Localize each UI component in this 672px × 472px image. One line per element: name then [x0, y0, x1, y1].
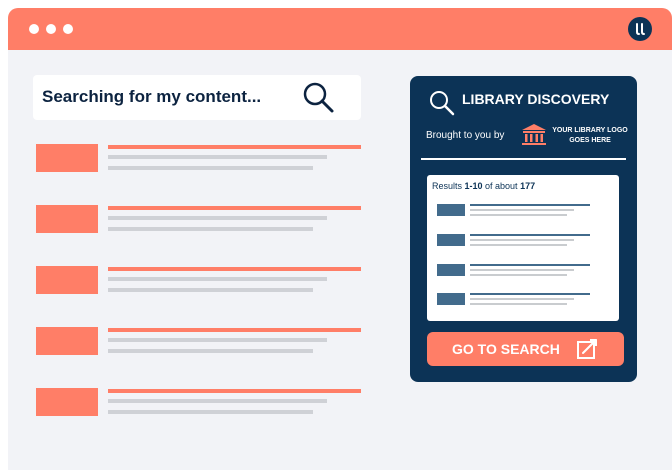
go-to-search-label: GO TO SEARCH [452, 341, 560, 357]
mini-result-text-placeholder [470, 269, 574, 271]
mini-result-thumbnail [437, 204, 465, 216]
mini-result-text-placeholder [470, 274, 567, 276]
brand-logo-icon [636, 23, 645, 35]
list-item[interactable] [36, 388, 362, 418]
mini-result-thumbnail [437, 293, 465, 305]
result-text-placeholder [108, 410, 313, 414]
results-range: 1-10 [464, 181, 483, 191]
list-item[interactable] [36, 144, 362, 174]
mini-result-row[interactable] [437, 293, 607, 309]
list-item[interactable] [36, 266, 362, 296]
results-middle: of about [482, 181, 521, 191]
mini-result-title-placeholder [470, 293, 590, 295]
brought-by-label: Brought to you by [426, 130, 505, 141]
mini-result-thumbnail [437, 234, 465, 246]
library-building-icon [522, 124, 546, 145]
mini-result-text-placeholder [470, 303, 567, 305]
result-title-placeholder [108, 389, 361, 393]
search-query: Searching for my content... [42, 87, 262, 106]
results-total: 177 [520, 181, 536, 191]
search-icon[interactable] [301, 80, 335, 114]
mini-result-text-placeholder [470, 214, 567, 216]
search-box[interactable]: Searching for my content... [33, 75, 361, 120]
result-text-placeholder [108, 349, 313, 353]
mini-result-title-placeholder [470, 204, 590, 206]
result-text-placeholder [108, 288, 313, 292]
mini-result-thumbnail [437, 264, 465, 276]
result-thumbnail [36, 144, 98, 172]
result-thumbnail [36, 205, 98, 233]
mini-result-row[interactable] [437, 204, 607, 220]
mini-result-text-placeholder [470, 239, 574, 241]
mini-result-row[interactable] [437, 264, 607, 280]
browser-window: Searching for my content... LIBRARY DISC… [8, 8, 672, 470]
result-text-placeholder [108, 155, 327, 159]
window-maximize-dot[interactable] [63, 24, 73, 34]
result-text-placeholder [108, 338, 327, 342]
window-close-dot[interactable] [29, 24, 39, 34]
result-title-placeholder [108, 267, 361, 271]
results-preview-card: Results 1-10 of about 177 [427, 175, 619, 321]
list-item[interactable] [36, 327, 362, 357]
mini-result-text-placeholder [470, 209, 574, 211]
result-title-placeholder [108, 206, 361, 210]
go-to-search-button[interactable]: GO TO SEARCH [427, 332, 624, 366]
title-bar [8, 8, 672, 50]
mini-result-title-placeholder [470, 234, 590, 236]
divider [421, 158, 626, 160]
list-item[interactable] [36, 205, 362, 235]
result-text-placeholder [108, 166, 313, 170]
mini-result-title-placeholder [470, 264, 590, 266]
results-summary: Results 1-10 of about 177 [432, 181, 535, 191]
external-link-icon [577, 339, 597, 359]
results-prefix: Results [432, 181, 465, 191]
result-thumbnail [36, 388, 98, 416]
result-text-placeholder [108, 277, 327, 281]
window-minimize-dot[interactable] [46, 24, 56, 34]
result-text-placeholder [108, 227, 313, 231]
result-thumbnail [36, 327, 98, 355]
result-thumbnail [36, 266, 98, 294]
result-title-placeholder [108, 328, 361, 332]
library-logo-placeholder: YOUR LIBRARY LOGO GOES HERE [552, 127, 628, 144]
brand-logo [628, 17, 652, 41]
mini-result-text-placeholder [470, 244, 567, 246]
mini-result-text-placeholder [470, 298, 574, 300]
result-text-placeholder [108, 399, 327, 403]
library-discovery-panel: LIBRARY DISCOVERY Brought to you by YOUR… [410, 76, 637, 382]
mini-result-row[interactable] [437, 234, 607, 250]
search-icon [430, 91, 455, 116]
panel-title: LIBRARY DISCOVERY [462, 91, 610, 107]
result-title-placeholder [108, 145, 361, 149]
result-text-placeholder [108, 216, 327, 220]
